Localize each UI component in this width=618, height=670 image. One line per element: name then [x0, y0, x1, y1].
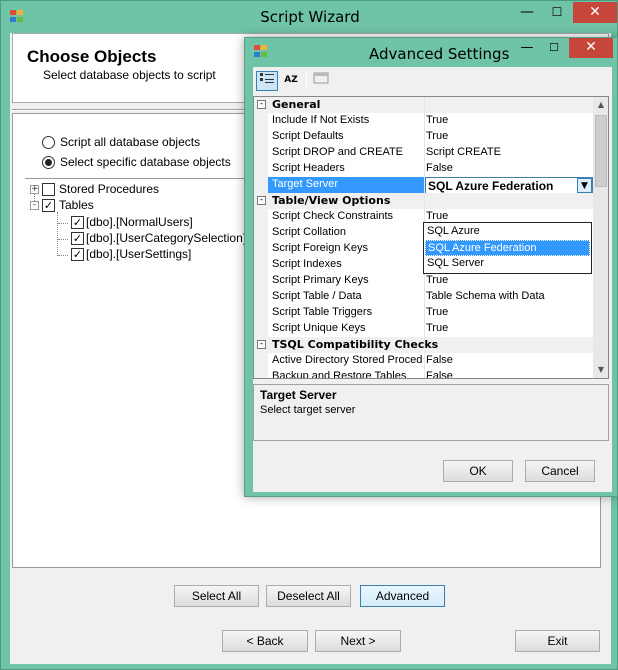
page-title: Choose Objects — [27, 47, 157, 66]
alphabetical-icon[interactable]: AZ — [280, 71, 302, 91]
dropdown-option[interactable]: SQL Azure Federation — [425, 240, 590, 256]
property-pages-icon[interactable] — [310, 71, 332, 91]
property-name: Backup and Restore Tables — [272, 370, 407, 379]
property-name: Script Headers — [272, 162, 345, 174]
collapse-category-icon[interactable]: - — [257, 196, 266, 205]
property-name: Script Table / Data — [272, 290, 362, 302]
radio-select-specific[interactable] — [42, 156, 55, 169]
tree-item-user-category-selection[interactable]: [dbo].[UserCategorySelection] — [86, 231, 246, 245]
maximize-button[interactable]: ☐ — [543, 2, 571, 23]
tree-connector — [58, 223, 68, 224]
title-bar[interactable]: Script Wizard — ☐ ✕ — [1, 1, 618, 33]
property-value[interactable]: True — [426, 274, 592, 290]
property-name: Script Defaults — [272, 130, 344, 142]
checkbox-user-settings[interactable]: ✓ — [71, 248, 84, 261]
exit-button[interactable]: Exit — [515, 630, 600, 652]
property-value[interactable]: True — [426, 322, 592, 338]
toolbar-separator — [306, 72, 307, 90]
property-name: Active Directory Stored Procedu — [272, 354, 422, 366]
advanced-settings-dialog: Advanced Settings — ☐ ✕ AZ - General Inclu… — [244, 37, 618, 497]
tree-item-user-settings[interactable]: [dbo].[UserSettings] — [86, 247, 191, 261]
category-label: TSQL Compatibility Checks — [272, 338, 439, 351]
property-name: Script Check Constraints — [272, 210, 394, 222]
dialog-maximize-button[interactable]: ☐ — [542, 38, 566, 58]
scroll-thumb[interactable] — [595, 115, 607, 187]
tree-connector — [58, 239, 68, 240]
property-name: Script DROP and CREATE — [272, 146, 404, 158]
dropdown-option[interactable]: SQL Azure — [425, 224, 590, 240]
checkbox-stored-procedures[interactable] — [42, 183, 55, 196]
tree-item-tables[interactable]: Tables — [59, 198, 94, 212]
page-subtitle: Select database objects to script — [43, 68, 216, 82]
property-value[interactable]: Script CREATE — [426, 146, 592, 162]
category-label: Table/View Options — [272, 194, 391, 207]
dialog-body: AZ - General Include If Not Exists True Scri… — [253, 67, 612, 492]
property-name: Script Table Triggers — [272, 306, 373, 318]
property-value[interactable]: True — [426, 306, 592, 322]
property-value[interactable]: True — [426, 130, 592, 146]
property-name: Target Server — [272, 178, 339, 190]
tree-item-stored-procedures[interactable]: Stored Procedures — [59, 182, 159, 196]
combo-value: SQL Azure Federation — [428, 179, 554, 193]
property-value[interactable]: False — [426, 162, 592, 178]
collapse-tables-icon[interactable]: - — [30, 201, 39, 210]
dialog-app-icon — [254, 45, 268, 58]
property-value[interactable]: True — [426, 114, 592, 130]
grid-scrollbar[interactable]: ▲ ▼ — [593, 97, 608, 378]
radio-select-specific-label[interactable]: Select specific database objects — [60, 155, 231, 169]
checkbox-tables[interactable]: ✓ — [42, 199, 55, 212]
tree-connector — [57, 212, 58, 256]
expand-stored-procedures-icon[interactable]: + — [30, 185, 39, 194]
dialog-title: Advanced Settings — [369, 45, 510, 63]
property-name: Include If Not Exists — [272, 114, 370, 126]
radio-script-all[interactable] — [42, 136, 55, 149]
select-all-button[interactable]: Select All — [174, 585, 259, 607]
target-server-combo[interactable]: SQL Azure Federation ▼ — [425, 177, 593, 194]
category-label: General — [272, 98, 321, 111]
dropdown-option[interactable]: SQL Server — [425, 256, 590, 272]
chevron-down-icon[interactable]: ▼ — [577, 178, 592, 193]
collapse-category-icon[interactable]: - — [257, 100, 266, 109]
ok-button[interactable]: OK — [443, 460, 513, 482]
cancel-button[interactable]: Cancel — [525, 460, 595, 482]
scroll-down-icon[interactable]: ▼ — [593, 362, 608, 378]
dialog-close-button[interactable]: ✕ — [569, 38, 613, 58]
dialog-minimize-button[interactable]: — — [515, 38, 539, 58]
radio-script-all-label[interactable]: Script all database objects — [60, 135, 200, 149]
property-name: Script Unique Keys — [272, 322, 366, 334]
checkbox-user-category-selection[interactable]: ✓ — [71, 232, 84, 245]
property-value[interactable]: False — [426, 354, 592, 370]
property-value[interactable]: Table Schema with Data — [426, 290, 592, 306]
advanced-button[interactable]: Advanced — [360, 585, 445, 607]
scroll-up-icon[interactable]: ▲ — [593, 97, 608, 113]
checkbox-normal-users[interactable]: ✓ — [71, 216, 84, 229]
target-server-dropdown-list[interactable]: SQL Azure SQL Azure Federation SQL Server — [423, 222, 592, 274]
tree-item-normal-users[interactable]: [dbo].[NormalUsers] — [86, 215, 193, 229]
back-button[interactable]: < Back — [222, 630, 308, 652]
selected-property-highlight[interactable]: Target Server — [268, 177, 424, 193]
next-button[interactable]: Next > — [315, 630, 401, 652]
categorized-icon[interactable] — [256, 71, 278, 91]
property-name: Script Foreign Keys — [272, 242, 368, 254]
property-value[interactable]: False — [426, 370, 592, 378]
property-name: Script Primary Keys — [272, 274, 369, 286]
dialog-title-bar[interactable]: Advanced Settings — ☐ ✕ — [245, 38, 617, 66]
collapse-category-icon[interactable]: - — [257, 340, 266, 349]
close-button[interactable]: ✕ — [573, 2, 617, 23]
property-grid-toolbar: AZ — [253, 67, 612, 95]
property-name: Script Collation — [272, 226, 346, 238]
property-help-panel: Target Server Select target server — [253, 384, 609, 441]
help-description: Select target server — [260, 404, 356, 416]
minimize-button[interactable]: — — [513, 2, 541, 23]
property-name: Script Indexes — [272, 258, 342, 270]
help-title: Target Server — [260, 388, 337, 402]
property-grid: - General Include If Not Exists True Script … — [253, 96, 609, 379]
deselect-all-button[interactable]: Deselect All — [266, 585, 351, 607]
tree-connector — [58, 255, 68, 256]
